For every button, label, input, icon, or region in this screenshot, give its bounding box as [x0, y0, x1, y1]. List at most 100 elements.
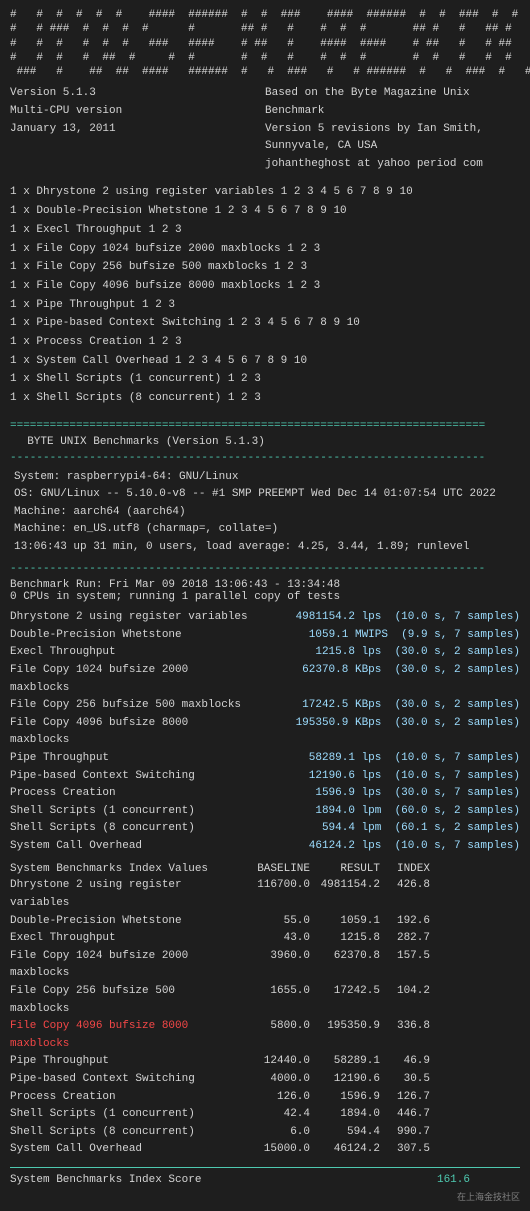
index-table: System Benchmarks Index Values BASELINE …	[10, 863, 520, 1159]
index-row: Process Creation126.01596.9126.7	[10, 1089, 520, 1107]
result-name: File Copy 4096 bufsize 8000 maxblocks	[10, 715, 250, 750]
result-value: 17242.5 KBps (30.0 s, 2 samples)	[250, 697, 520, 715]
result-row: Pipe-based Context Switching12190.6 lps …	[10, 768, 520, 786]
test-item: 1 x File Copy 1024 bufsize 2000 maxblock…	[10, 240, 520, 259]
version-row: Version 5.1.3	[10, 85, 265, 103]
idx-row-baseline: 12440.0	[240, 1053, 310, 1071]
idx-row-index: 30.5	[380, 1071, 430, 1089]
idx-row-baseline: 116700.0	[240, 877, 310, 912]
test-item: 1 x Dhrystone 2 using register variables…	[10, 183, 520, 202]
idx-row-baseline: 4000.0	[240, 1071, 310, 1089]
idx-row-result: 62370.8	[310, 948, 380, 983]
result-row: Process Creation1596.9 lps (30.0 s, 7 sa…	[10, 785, 520, 803]
ascii-banner: # # # # # # #### ###### # # ### #### ###…	[10, 8, 520, 79]
idx-row-name: System Call Overhead	[10, 1141, 240, 1159]
bench-run-row: Benchmark Run: Fri Mar 09 2018 13:06:43 …	[10, 579, 520, 591]
result-value: 1596.9 lps (30.0 s, 7 samples)	[250, 785, 520, 803]
separator-double-1: ========================================…	[10, 418, 520, 435]
idx-row-result: 1894.0	[310, 1106, 380, 1124]
index-row: Dhrystone 2 using register variables1167…	[10, 877, 520, 912]
idx-col-name: System Benchmarks Index Values	[10, 863, 240, 875]
idx-row-baseline: 6.0	[240, 1124, 310, 1142]
idx-row-result: 1059.1	[310, 913, 380, 931]
system-info-row: OS: GNU/Linux -- 5.10.0-v8 -- #1 SMP PRE…	[14, 486, 520, 504]
index-row: Shell Scripts (1 concurrent)42.41894.044…	[10, 1106, 520, 1124]
result-value: 1059.1 MWIPS (9.9 s, 7 samples)	[250, 627, 520, 645]
idx-row-name: Execl Throughput	[10, 930, 240, 948]
idx-row-name: File Copy 1024 bufsize 2000 maxblocks	[10, 948, 240, 983]
score-label: System Benchmarks Index Score	[10, 1174, 201, 1186]
score-value: 161.6	[437, 1174, 470, 1186]
result-row: Double-Precision Whetstone1059.1 MWIPS (…	[10, 627, 520, 645]
location-row: Sunnyvale, CA USA	[265, 138, 520, 156]
result-row: Execl Throughput1215.8 lps (30.0 s, 2 sa…	[10, 644, 520, 662]
idx-row-index: 336.8	[380, 1018, 430, 1053]
system-info-row: Machine: aarch64 (aarch64)	[14, 504, 520, 522]
separator-single-2: ----------------------------------------…	[10, 561, 520, 578]
result-value: 46124.2 lps (10.0 s, 7 samples)	[250, 838, 520, 856]
test-item: 1 x System Call Overhead 1 2 3 4 5 6 7 8…	[10, 352, 520, 371]
test-item: 1 x Execl Throughput 1 2 3	[10, 221, 520, 240]
idx-row-result: 1215.8	[310, 930, 380, 948]
system-info-row: 13:06:43 up 31 min, 0 users, load averag…	[14, 539, 520, 557]
idx-row-result: 46124.2	[310, 1141, 380, 1159]
test-item: 1 x File Copy 256 bufsize 500 maxblocks …	[10, 258, 520, 277]
index-row: File Copy 256 bufsize 500 maxblocks1655.…	[10, 983, 520, 1018]
contact-row: johantheghost at yahoo period com	[265, 156, 520, 174]
idx-row-name: Dhrystone 2 using register variables	[10, 877, 240, 912]
result-row: File Copy 1024 bufsize 2000 maxblocks623…	[10, 662, 520, 697]
idx-row-result: 4981154.2	[310, 877, 380, 912]
index-row: Double-Precision Whetstone55.01059.1192.…	[10, 913, 520, 931]
idx-row-name: Shell Scripts (8 concurrent)	[10, 1124, 240, 1142]
idx-row-baseline: 55.0	[240, 913, 310, 931]
idx-row-name: Shell Scripts (1 concurrent)	[10, 1106, 240, 1124]
idx-row-index: 46.9	[380, 1053, 430, 1071]
idx-row-baseline: 43.0	[240, 930, 310, 948]
idx-row-result: 17242.5	[310, 983, 380, 1018]
idx-row-name: File Copy 256 bufsize 500 maxblocks	[10, 983, 240, 1018]
result-row: Shell Scripts (8 concurrent)594.4 lpm (6…	[10, 820, 520, 838]
idx-row-result: 195350.9	[310, 1018, 380, 1053]
index-row: System Call Overhead15000.046124.2307.5	[10, 1141, 520, 1159]
watermark: 在上海金技社区	[10, 1190, 520, 1203]
main-container: # # # # # # #### ###### # # ### #### ###…	[0, 0, 530, 1211]
system-info: System: raspberrypi4-64: GNU/LinuxOS: GN…	[10, 469, 520, 557]
index-row: Pipe Throughput12440.058289.146.9	[10, 1053, 520, 1071]
multicpu-row: Multi-CPU version	[10, 103, 265, 121]
result-name: Double-Precision Whetstone	[10, 627, 250, 645]
idx-row-index: 157.5	[380, 948, 430, 983]
idx-row-baseline: 1655.0	[240, 983, 310, 1018]
idx-row-name: Pipe-based Context Switching	[10, 1071, 240, 1089]
results-section: Dhrystone 2 using register variables4981…	[10, 609, 520, 855]
info-right: Based on the Byte Magazine Unix Benchmar…	[265, 85, 520, 173]
result-name: Shell Scripts (1 concurrent)	[10, 803, 250, 821]
result-value: 58289.1 lps (10.0 s, 7 samples)	[250, 750, 520, 768]
score-row: System Benchmarks Index Score 161.6	[10, 1174, 520, 1186]
info-left: Version 5.1.3 Multi-CPU version January …	[10, 85, 265, 173]
result-value: 12190.6 lps (10.0 s, 7 samples)	[250, 768, 520, 786]
basedon-row: Based on the Byte Magazine Unix Benchmar…	[265, 85, 520, 120]
result-row: Dhrystone 2 using register variables4981…	[10, 609, 520, 627]
result-name: Shell Scripts (8 concurrent)	[10, 820, 250, 838]
result-name: Execl Throughput	[10, 644, 250, 662]
test-item: 1 x Pipe-based Context Switching 1 2 3 4…	[10, 314, 520, 333]
result-value: 4981154.2 lps (10.0 s, 7 samples)	[250, 609, 520, 627]
system-info-row: System: raspberrypi4-64: GNU/Linux	[14, 469, 520, 487]
index-header: System Benchmarks Index Values BASELINE …	[10, 863, 520, 875]
separator-single-1: ----------------------------------------…	[10, 450, 520, 467]
idx-row-baseline: 126.0	[240, 1089, 310, 1107]
idx-row-name: Pipe Throughput	[10, 1053, 240, 1071]
index-row: Pipe-based Context Switching4000.012190.…	[10, 1071, 520, 1089]
result-row: System Call Overhead46124.2 lps (10.0 s,…	[10, 838, 520, 856]
idx-row-name: Double-Precision Whetstone	[10, 913, 240, 931]
bench-run-row: 0 CPUs in system; running 1 parallel cop…	[10, 591, 520, 603]
test-item: 1 x Shell Scripts (8 concurrent) 1 2 3	[10, 389, 520, 408]
result-row: File Copy 4096 bufsize 8000 maxblocks195…	[10, 715, 520, 750]
result-name: Process Creation	[10, 785, 250, 803]
result-name: Pipe Throughput	[10, 750, 250, 768]
result-value: 1894.0 lpm (60.0 s, 2 samples)	[250, 803, 520, 821]
revisions-row: Version 5 revisions by Ian Smith,	[265, 121, 520, 139]
result-value: 1215.8 lps (30.0 s, 2 samples)	[250, 644, 520, 662]
result-name: System Call Overhead	[10, 838, 250, 856]
index-row: Shell Scripts (8 concurrent)6.0594.4990.…	[10, 1124, 520, 1142]
